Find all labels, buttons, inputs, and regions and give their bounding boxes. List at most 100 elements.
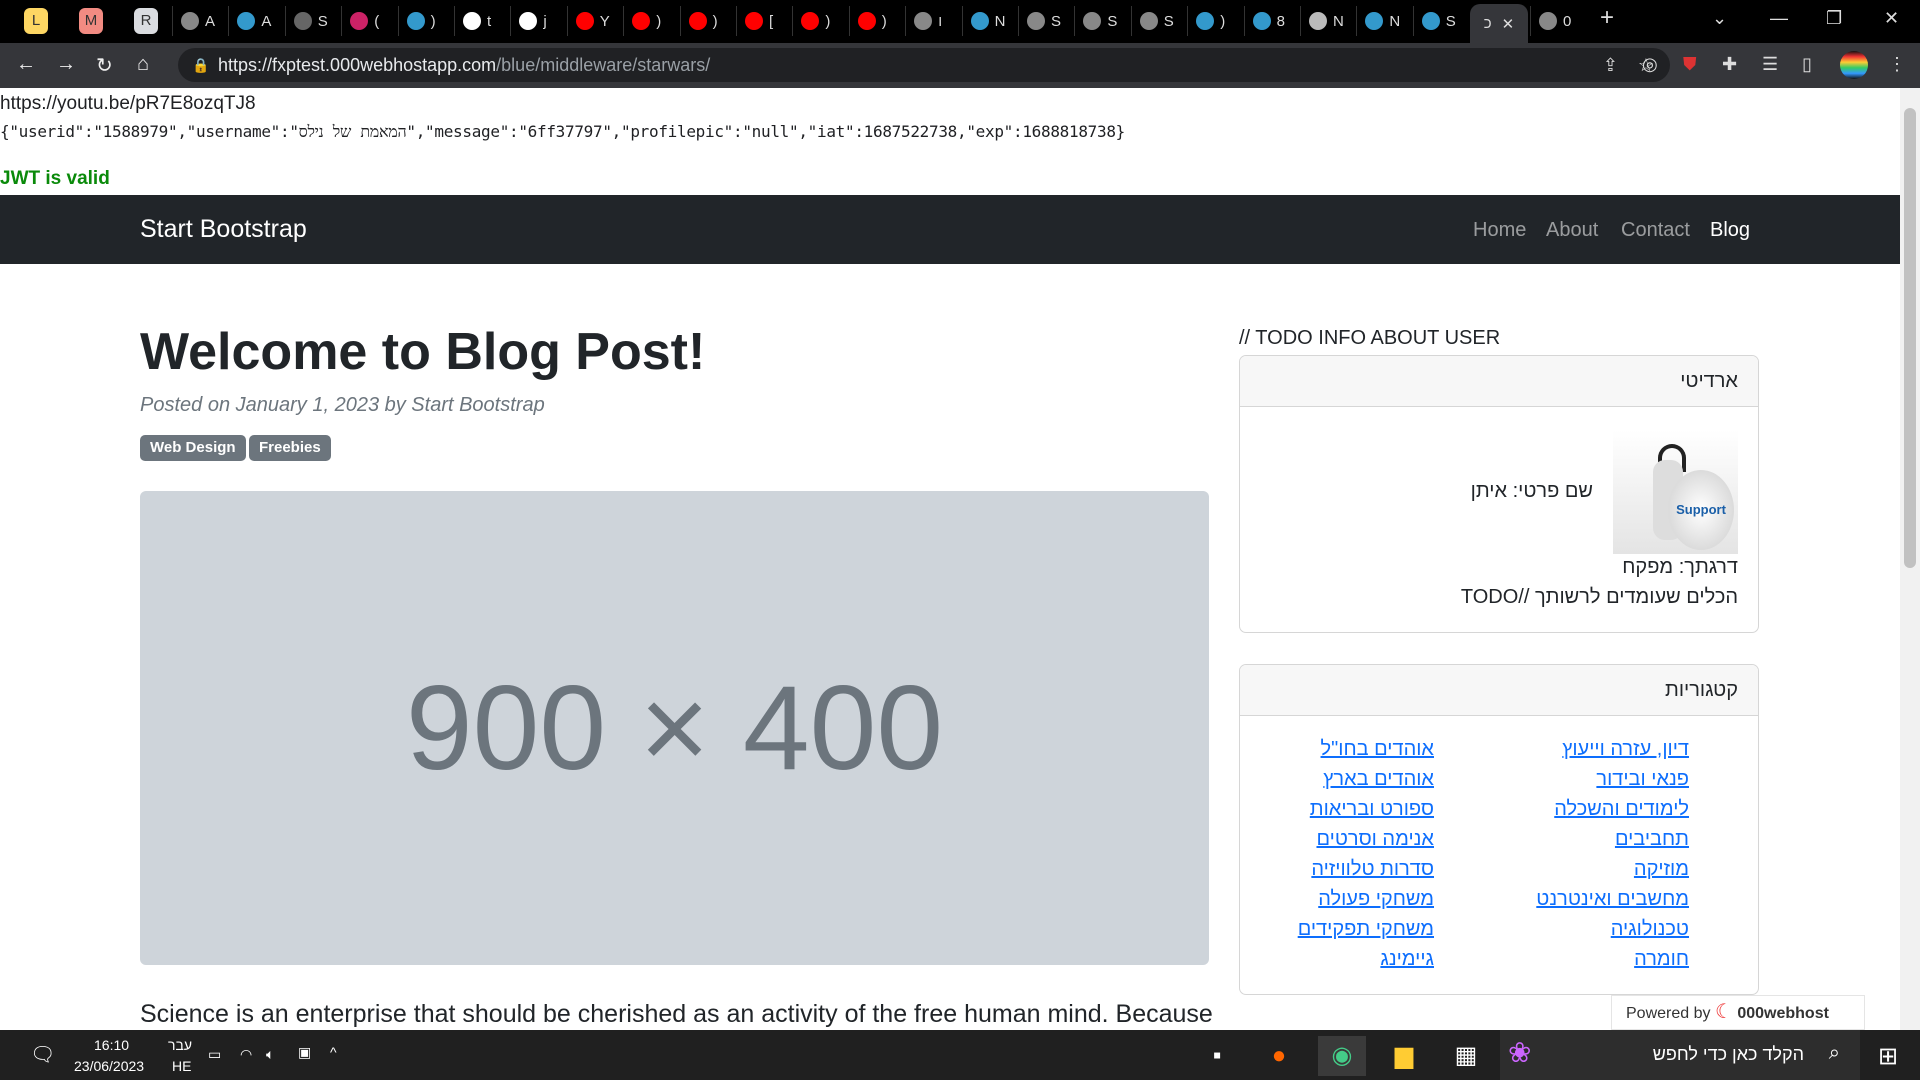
extension-icon[interactable]: ◎ [1642, 54, 1658, 75]
badge-freebies[interactable]: Freebies [249, 435, 331, 461]
powered-brand: 000webhost [1737, 1005, 1829, 1022]
tab[interactable]: ) [679, 6, 718, 36]
tab[interactable]: ו [905, 6, 942, 36]
tab[interactable]: Y [566, 6, 610, 36]
category-link[interactable]: פנאי ובידור [1596, 768, 1689, 791]
tab[interactable]: A [172, 6, 215, 36]
tab-search-icon[interactable]: ⌄ [1712, 8, 1727, 29]
nav-blog[interactable]: Blog [1710, 219, 1750, 242]
tab[interactable]: N [1356, 6, 1400, 36]
tab[interactable]: S [1412, 6, 1456, 36]
category-link[interactable]: אוהדים בארץ [1323, 768, 1434, 791]
tab[interactable]: ) [1187, 6, 1225, 36]
scrollbar-thumb[interactable] [1904, 108, 1916, 568]
badge-web-design[interactable]: Web Design [140, 435, 246, 461]
clock-date[interactable]: 23/06/2023 [74, 1058, 144, 1074]
category-link[interactable]: תחביבים [1615, 828, 1689, 851]
nav-contact[interactable]: Contact [1621, 219, 1690, 242]
category-link[interactable]: ספורט ובריאות [1310, 798, 1434, 821]
restore-button[interactable]: ❐ [1826, 8, 1842, 29]
tab[interactable]: S [284, 6, 328, 36]
close-window-button[interactable]: ✕ [1884, 8, 1899, 29]
lang-bottom[interactable]: HE [172, 1058, 191, 1074]
nav-home[interactable]: Home [1473, 219, 1526, 242]
tab[interactable]: ) [397, 6, 436, 36]
tab[interactable]: S [1074, 6, 1117, 36]
store-icon[interactable]: ▦ [1442, 1036, 1490, 1076]
app-icon [1252, 12, 1271, 30]
forward-icon[interactable]: → [56, 53, 76, 76]
tab[interactable]: [ [736, 6, 773, 36]
category-link[interactable]: גיימינג [1380, 948, 1434, 971]
puzzle-icon[interactable]: ✚ [1722, 54, 1737, 75]
categories-card: קטגוריות דיון, עזרה וייעוץ פנאי ובידור לימ… [1239, 664, 1759, 995]
jwt-status: JWT is valid [0, 168, 110, 189]
notifications-icon[interactable]: 🗨 [30, 1042, 55, 1067]
firefox-icon[interactable]: ● [1255, 1036, 1303, 1076]
category-link[interactable]: אנימה וסרטים [1316, 828, 1434, 851]
address-bar[interactable]: 🔒 https://fxptest.000webhostapp.com/blue… [178, 48, 1670, 82]
pinned-tab[interactable]: L [24, 8, 48, 34]
todo-heading: // TODO INFO ABOUT USER [1239, 327, 1501, 349]
category-link[interactable]: טכנולוגיה [1611, 918, 1689, 941]
terminal-icon[interactable]: ▪ [1193, 1036, 1241, 1076]
scrollbar[interactable] [1900, 88, 1920, 1030]
share-icon[interactable]: ⇪ [1603, 48, 1618, 82]
category-link[interactable]: חומרה [1634, 948, 1689, 971]
tab[interactable]: 8 [1243, 6, 1285, 36]
avatar[interactable] [1840, 51, 1868, 79]
category-link[interactable]: דיון, עזרה וייעוץ [1562, 738, 1689, 761]
youtube-link-text: https://youtu.be/pR7E8ozqTJ8 [0, 93, 256, 114]
pinned-tab[interactable]: R [134, 8, 158, 34]
category-link[interactable]: אוהדים בחו"ל [1321, 738, 1434, 761]
chrome-icon[interactable]: ◉ [1318, 1036, 1366, 1076]
minimize-button[interactable]: — [1770, 8, 1788, 29]
tab[interactable]: A [228, 6, 271, 36]
tab[interactable]: ) [792, 6, 830, 36]
tab[interactable]: j [510, 6, 547, 36]
nav-about[interactable]: About [1546, 219, 1598, 242]
category-link[interactable]: מוזיקה [1634, 858, 1689, 881]
tab[interactable]: ) [623, 6, 661, 36]
category-link[interactable]: מחשבים ואינטרנט [1536, 888, 1689, 911]
search-box[interactable]: ❀ הקלד כאן כדי לחפש ⌕ [1500, 1030, 1860, 1080]
chevron-up-icon[interactable]: ^ [330, 1044, 337, 1060]
lock-icon: 🔒 [192, 57, 210, 73]
ublock-icon[interactable]: ⛊ [1683, 54, 1697, 75]
back-icon[interactable]: ← [16, 53, 36, 76]
tab[interactable]: S [1130, 6, 1174, 36]
sidepanel-icon[interactable]: ▯ [1802, 54, 1812, 75]
media-icon[interactable]: ☰ [1762, 54, 1778, 75]
category-link[interactable]: משחקי תפקידים [1298, 918, 1434, 941]
volume-icon[interactable]: 🔈︎ [266, 1046, 274, 1063]
display-icon[interactable]: ▣ [298, 1044, 311, 1061]
tab[interactable]: t [454, 6, 491, 36]
battery-icon[interactable]: ▭ [208, 1046, 221, 1063]
powered-by-badge[interactable]: Powered by ☾ 000webhost [1611, 995, 1865, 1030]
tab-title: ) [712, 12, 718, 30]
wifi-icon[interactable]: ◠ [240, 1046, 252, 1063]
tab-active[interactable]: כ ✕ [1470, 4, 1528, 43]
home-icon[interactable]: ⌂ [137, 53, 149, 76]
navbar-brand[interactable]: Start Bootstrap [140, 215, 307, 244]
tab[interactable]: ( [341, 6, 379, 36]
pinned-tab[interactable]: M [79, 8, 103, 34]
youtube-icon [575, 12, 594, 30]
tab[interactable]: N [1300, 6, 1344, 36]
file-explorer-icon[interactable]: ▆ [1380, 1036, 1428, 1076]
menu-icon[interactable]: ⋮ [1888, 54, 1906, 75]
tab[interactable]: ) [848, 6, 887, 36]
tab[interactable]: N [961, 6, 1005, 36]
windows-start-icon[interactable]: ⊞ [1878, 1042, 1898, 1071]
category-link[interactable]: סדרות טלוויזיה [1311, 858, 1434, 881]
clock-time[interactable]: 16:10 [94, 1037, 129, 1053]
reload-icon[interactable]: ↻ [96, 53, 113, 78]
close-tab-icon[interactable]: ✕ [1502, 15, 1515, 33]
tab[interactable]: 0 [1530, 6, 1571, 36]
tab[interactable]: S [1018, 6, 1061, 36]
gem-icon [350, 12, 369, 30]
category-link[interactable]: משחקי פעולה [1318, 888, 1434, 911]
new-tab-button[interactable]: + [1600, 4, 1614, 32]
category-link[interactable]: לימודים והשכלה [1554, 798, 1689, 821]
lang-top[interactable]: עבר [168, 1037, 192, 1053]
